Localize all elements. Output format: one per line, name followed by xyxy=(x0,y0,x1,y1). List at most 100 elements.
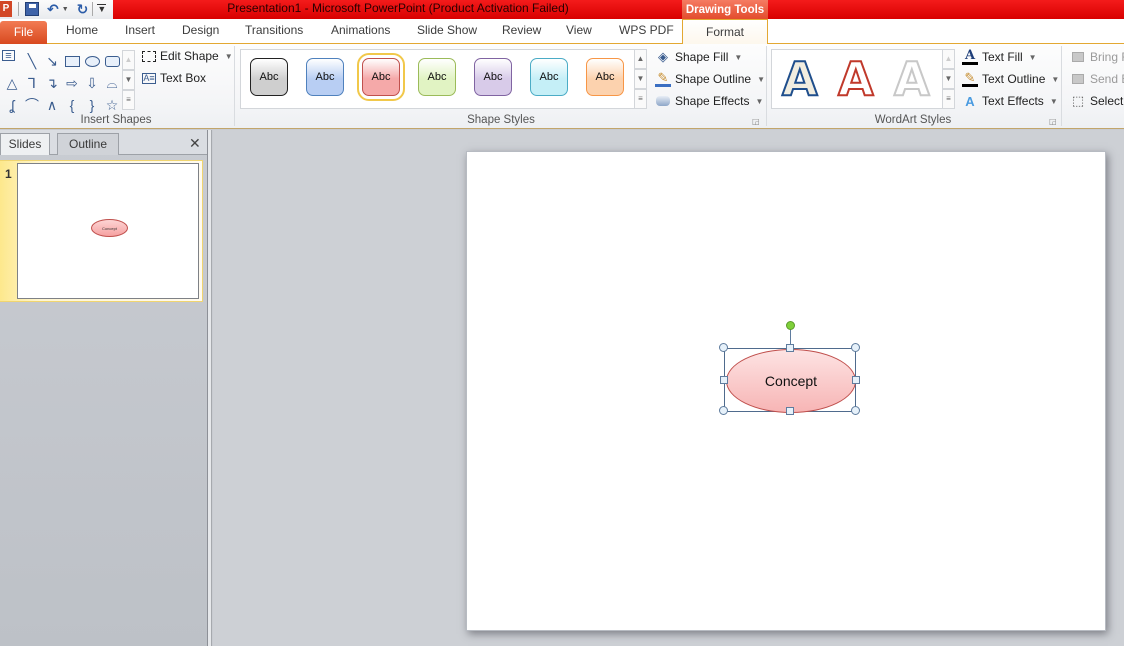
resize-handle-left[interactable] xyxy=(720,376,728,384)
rounded-rectangle-shape-icon[interactable] xyxy=(102,50,122,72)
tab-home[interactable]: Home xyxy=(66,23,98,37)
wordart-preset[interactable]: A xyxy=(893,55,931,103)
shape-style-preset-selected[interactable]: Abc xyxy=(357,53,405,101)
selection-pane-label: Selecti xyxy=(1090,94,1124,108)
selection-pane-button[interactable]: ⬚ Selecti xyxy=(1070,93,1124,109)
shape-style-preset[interactable]: Abc xyxy=(418,58,456,96)
shape-style-preset[interactable]: Abc xyxy=(250,58,288,96)
shapes-more[interactable]: ≡ xyxy=(122,90,135,110)
powerpoint-icon[interactable]: P xyxy=(0,1,12,17)
concept-ellipse[interactable]: Concept xyxy=(726,349,856,413)
tab-file[interactable]: File xyxy=(0,21,47,44)
shape-outline-button[interactable]: ✎ Shape Outline ▼ xyxy=(655,70,765,87)
rotation-handle[interactable] xyxy=(786,321,795,330)
tab-wps-pdf[interactable]: WPS PDF xyxy=(619,23,674,37)
preset-label: Abc xyxy=(315,71,335,83)
bring-forward-button[interactable]: Bring F xyxy=(1070,49,1124,65)
arrow-line-shape-icon[interactable]: ↘ xyxy=(42,50,62,72)
shape-style-preset[interactable]: Abc xyxy=(306,58,344,96)
oval-shape-icon[interactable] xyxy=(82,50,102,72)
flowchart-shape-icon[interactable]: ⌓ xyxy=(102,72,122,94)
tab-format[interactable]: Format xyxy=(682,19,768,45)
group-separator xyxy=(234,46,235,126)
freeform-shape-icon[interactable]: ʆ xyxy=(2,94,22,116)
tab-slide-show[interactable]: Slide Show xyxy=(417,23,477,37)
redo-icon[interactable]: ↻ xyxy=(77,1,89,18)
text-fill-button[interactable]: A Text Fill ▼ xyxy=(962,48,1037,65)
elbow-arrow-connector-shape-icon[interactable]: ↴ xyxy=(42,72,62,94)
tab-outline[interactable]: Outline xyxy=(57,133,119,155)
ribbon: ≡ ╲ ↘ △ ⅂ ↴ ⇨ ⇩ ⌓ ʆ ⌒ ∧ { } ☆ ▲ ▼ ≡ Edit… xyxy=(0,44,1124,129)
selection-pane-icon: ⬚ xyxy=(1071,93,1085,108)
wordart-scroll-up[interactable]: ▲ xyxy=(942,49,955,69)
wordart-more[interactable]: ≡ xyxy=(942,89,955,109)
text-effects-button[interactable]: A Text Effects ▼ xyxy=(962,93,1057,109)
panel-splitter[interactable] xyxy=(208,130,212,646)
star-shape-icon[interactable]: ☆ xyxy=(102,94,122,116)
resize-handle-top[interactable] xyxy=(786,344,794,352)
styles-scroll-down[interactable]: ▼ xyxy=(634,69,647,89)
resize-handle-bottom-left[interactable] xyxy=(719,406,728,415)
text-effects-label: Text Effects xyxy=(982,94,1044,108)
undo-dropdown-icon[interactable]: ▼ xyxy=(62,6,69,13)
text-box-shape-icon[interactable]: ≡ xyxy=(2,50,15,61)
text-outline-button[interactable]: ✎ Text Outline ▼ xyxy=(962,70,1059,87)
shape-style-preset[interactable]: Abc xyxy=(530,58,568,96)
shape-effects-button[interactable]: Shape Effects ▼ xyxy=(655,93,763,109)
wordart-preset[interactable]: A xyxy=(837,55,875,103)
paint-bucket-icon: ◈ xyxy=(658,49,668,64)
right-arrow-shape-icon[interactable]: ⇨ xyxy=(62,72,82,94)
right-brace-shape-icon[interactable]: } xyxy=(82,94,102,116)
tab-transitions[interactable]: Transitions xyxy=(245,23,303,37)
save-icon[interactable] xyxy=(25,2,39,16)
dialog-launcher-icon[interactable]: ◲ xyxy=(752,117,760,126)
resize-handle-top-right[interactable] xyxy=(851,343,860,352)
slide-thumbnail[interactable]: Concept xyxy=(17,163,199,299)
triangle-shape-icon[interactable]: △ xyxy=(2,72,22,94)
slide-thumbnail-item[interactable]: 1 Concept xyxy=(0,160,203,302)
resize-handle-right[interactable] xyxy=(852,376,860,384)
shapes-scroll-down[interactable]: ▼ xyxy=(122,70,135,90)
send-backward-button[interactable]: Send B xyxy=(1070,71,1124,87)
slide-canvas[interactable]: Concept xyxy=(466,151,1106,631)
send-backward-label: Send B xyxy=(1090,72,1124,86)
shape-fill-button[interactable]: ◈ Shape Fill ▼ xyxy=(655,49,742,65)
left-brace-shape-icon[interactable]: { xyxy=(62,94,82,116)
shape-style-preset[interactable]: Abc xyxy=(474,58,512,96)
shape-style-preset[interactable]: Abc xyxy=(586,58,624,96)
text-box-button[interactable]: A≡ Text Box xyxy=(142,71,206,85)
customize-qat-icon[interactable]: ▼ xyxy=(97,4,107,14)
undo-icon[interactable]: ↶ xyxy=(47,1,59,18)
down-arrow-shape-icon[interactable]: ⇩ xyxy=(82,72,102,94)
preset-label: Abc xyxy=(259,71,279,83)
styles-scroll-up[interactable]: ▲ xyxy=(634,49,647,69)
edit-shape-button[interactable]: Edit Shape ▼ xyxy=(142,49,233,63)
wordart-preset[interactable]: A xyxy=(781,55,819,103)
tab-insert[interactable]: Insert xyxy=(125,23,155,37)
line-shape-icon[interactable]: ╲ xyxy=(22,50,42,72)
bring-forward-label: Bring F xyxy=(1090,50,1124,64)
tab-slides[interactable]: Slides xyxy=(0,133,50,155)
shape-styles-group-label: Shape Styles xyxy=(467,114,535,126)
shapes-scroll-up[interactable]: ▲ xyxy=(122,50,135,70)
text-fill-label: Text Fill xyxy=(982,50,1023,64)
wordart-styles-group-label: WordArt Styles xyxy=(874,114,952,126)
resize-handle-bottom-right[interactable] xyxy=(851,406,860,415)
panel-tabs: Slides Outline ✕ xyxy=(0,130,207,155)
shape-selection-box[interactable]: Concept xyxy=(719,321,860,415)
close-icon[interactable]: ✕ xyxy=(189,135,201,152)
styles-more[interactable]: ≡ xyxy=(634,89,647,109)
curve-shape-icon[interactable]: ∧ xyxy=(42,94,62,116)
resize-handle-bottom[interactable] xyxy=(786,407,794,415)
tab-design[interactable]: Design xyxy=(182,23,219,37)
tab-review[interactable]: Review xyxy=(502,23,541,37)
resize-handle-top-left[interactable] xyxy=(719,343,728,352)
tab-view[interactable]: View xyxy=(566,23,592,37)
dialog-launcher-icon[interactable]: ◲ xyxy=(1049,117,1057,126)
arc-shape-icon[interactable]: ⌒ xyxy=(22,94,42,116)
elbow-connector-shape-icon[interactable]: ⅂ xyxy=(22,72,42,94)
tab-animations[interactable]: Animations xyxy=(331,23,390,37)
wordart-scroll-down[interactable]: ▼ xyxy=(942,69,955,89)
rectangle-shape-icon[interactable] xyxy=(62,50,82,72)
pencil-outline-icon: ✎ xyxy=(655,70,671,87)
